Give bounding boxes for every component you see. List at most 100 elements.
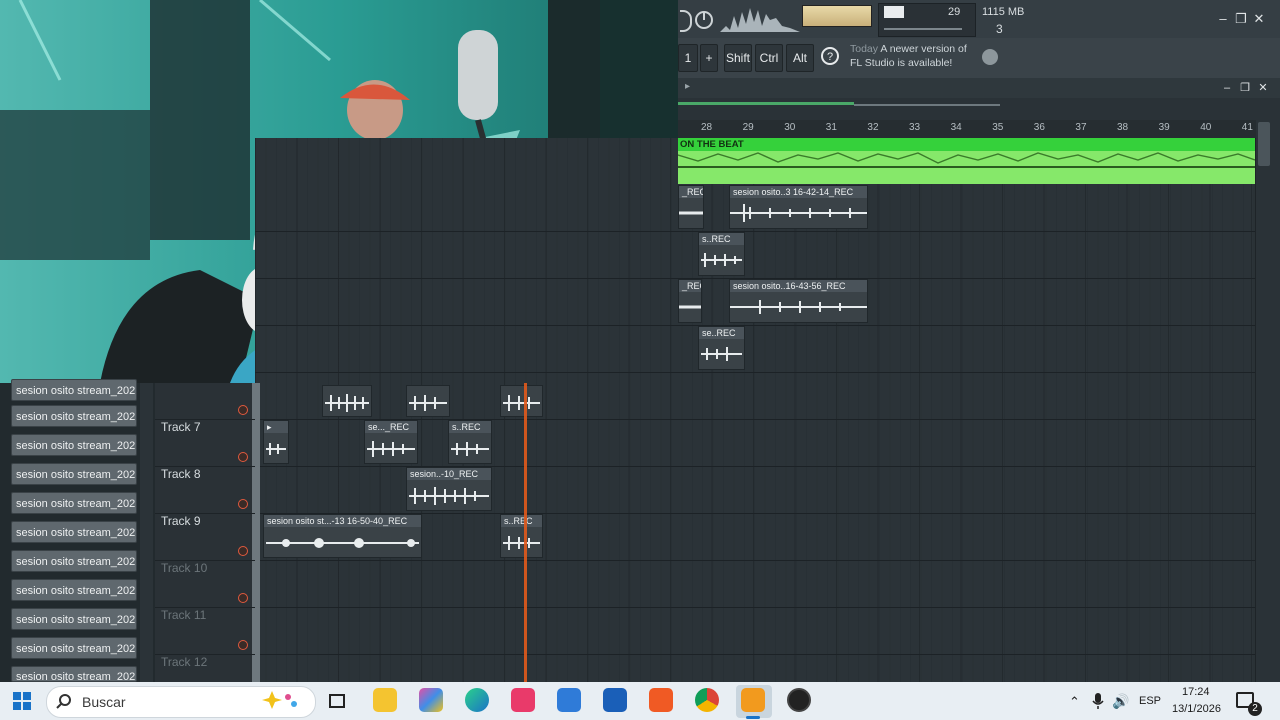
playlist-arrow-icon[interactable]: ▸ [685,81,690,92]
microphone-icon[interactable] [1092,692,1104,710]
speaker-icon[interactable]: 🔊 [1112,693,1129,710]
close-icon[interactable]: ✕ [1252,12,1266,26]
record-arm-icon[interactable] [238,499,248,509]
audio-clip[interactable] [406,385,450,417]
playhead[interactable] [524,383,527,682]
audio-clip[interactable]: sesion osito..16-43-56_REC [729,279,868,323]
browser-item[interactable]: sesion osito stream_202... [11,405,137,427]
record-arm-icon[interactable] [238,452,248,462]
browser-item[interactable]: sesion osito stream_202... [11,521,137,543]
record-arm-icon[interactable] [238,593,248,603]
chrome-icon[interactable] [695,688,719,712]
poly-slider[interactable] [884,28,962,30]
globe-icon[interactable] [982,49,998,65]
audio-clip[interactable]: ▸ [263,420,289,464]
store-icon[interactable] [557,688,581,712]
add-pattern-button[interactable]: + [700,44,718,72]
clip-waveform [701,253,742,267]
record-arm-icon[interactable] [238,546,248,556]
playlist-vertical-scrollbar[interactable] [1256,120,1280,682]
browser-item[interactable]: sesion osito stream_202... [11,608,137,630]
track-7-label[interactable]: Track 7 [161,420,201,434]
pattern-number[interactable]: 1 [678,44,698,72]
audio-clip[interactable]: s..REC [500,514,543,558]
browser-item[interactable]: sesion osito stream_202... [11,637,137,659]
audio-clip[interactable]: _REC [678,185,704,229]
hint-line2: FL Studio is available! [850,57,953,69]
copilot-sparkle-icon [258,689,304,711]
ctrl-key-button[interactable]: Ctrl [755,44,783,72]
browser-item[interactable]: sesion osito stream_202... [11,434,137,456]
overview-track [854,104,1000,106]
clip-label: s..REC [449,421,491,433]
playlist-minimize-icon[interactable]: – [1220,81,1234,95]
playlist-restore-icon[interactable]: ❐ [1238,81,1252,95]
clip-label: sesion osito..3 16-42-14_REC [730,186,867,198]
track-12-label[interactable]: Track 12 [161,655,207,669]
browser-item[interactable]: sesion osito stream_202... [11,666,137,682]
audio-clip[interactable]: se..REC [698,326,745,370]
record-arm-icon[interactable] [238,640,248,650]
ruler-bar-number: 33 [909,122,921,133]
copilot-icon[interactable] [419,688,443,712]
outlook-icon[interactable] [603,688,627,712]
browser-item[interactable]: sesion osito stream_202... [11,379,137,401]
windows-start-icon[interactable] [13,692,31,710]
browser-item[interactable]: sesion osito stream_202... [11,463,137,485]
audio-clip[interactable]: _REC [678,279,702,323]
audio-clip[interactable]: s..REC [698,232,745,276]
record-arm-icon[interactable] [238,405,248,415]
task-view-icon[interactable] [328,692,346,710]
clip-label: se..REC [699,327,744,339]
update-hint[interactable]: Today A newer version of FL Studio is av… [850,42,967,70]
audio-clip[interactable]: s..REC [448,420,492,464]
audio-clip[interactable]: sesion osito..3 16-42-14_REC [729,185,868,229]
audio-clip[interactable]: se..._REC [364,420,418,464]
clock-time[interactable]: 17:24 [1182,686,1210,698]
clip-waveform [503,395,540,411]
audio-clip[interactable] [500,385,543,417]
fl-studio-icon[interactable] [741,688,765,712]
ruler-bar-number: 30 [784,122,796,133]
clip-waveform [367,441,415,457]
pitch-knob-icon[interactable] [692,6,716,30]
shift-key-button[interactable]: Shift [724,44,752,72]
beat-clip-header[interactable] [678,138,1255,151]
browser-item[interactable]: sesion osito stream_202... [11,579,137,601]
browser-scrollbar[interactable] [140,383,153,682]
clip-waveform [701,347,742,361]
track-8-label[interactable]: Track 8 [161,467,201,481]
track-11-label[interactable]: Track 11 [161,608,206,622]
clip-label: s..REC [699,233,744,245]
playlist-close-icon[interactable]: ✕ [1256,81,1270,95]
tray-chevron-icon[interactable]: ⌃ [1069,694,1080,710]
row-divider [255,325,1255,326]
timeline-ruler[interactable] [678,120,1260,139]
tiktok-icon[interactable] [511,688,535,712]
obs-icon[interactable] [787,688,811,712]
vertical-scroll-thumb[interactable] [1258,122,1270,166]
help-bulb-icon[interactable]: ? [818,45,842,69]
ruler-bar-number: 41 [1241,122,1253,133]
clock-date[interactable]: 13/1/2026 [1172,703,1221,715]
overview-thumb[interactable] [678,102,854,105]
track-9-label[interactable]: Track 9 [161,514,201,528]
ruler-bar-number: 35 [992,122,1004,133]
oscilloscope [720,4,800,34]
language-indicator[interactable]: ESP [1139,695,1161,707]
edge-icon[interactable] [465,688,489,712]
file-explorer-icon[interactable] [373,688,397,712]
row-divider [255,466,1255,467]
alt-key-button[interactable]: Alt [786,44,814,72]
audio-clip[interactable]: sesion osito st...-13 16-50-40_REC [263,514,422,558]
audio-clip[interactable]: sesion..-10_REC [406,467,492,511]
brave-icon[interactable] [649,688,673,712]
browser-item[interactable]: sesion osito stream_202... [11,492,137,514]
track-10-label[interactable]: Track 10 [161,561,207,575]
restore-icon[interactable]: ❐ [1234,12,1248,26]
browser-item[interactable]: sesion osito stream_202... [11,550,137,572]
audio-clip[interactable] [322,385,372,417]
hint-day: Today [850,43,879,55]
ruler-bar-number: 36 [1033,122,1045,133]
minimize-icon[interactable]: – [1216,12,1230,26]
